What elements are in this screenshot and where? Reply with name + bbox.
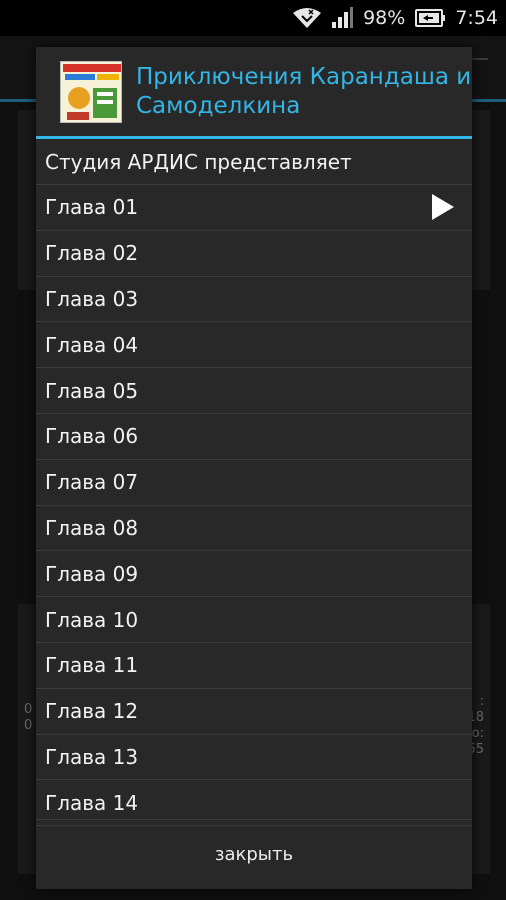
- list-item-label: Глава 10: [45, 607, 139, 632]
- clock: 7:54: [455, 7, 498, 29]
- battery-icon: [415, 9, 446, 27]
- list-item-label: Глава 04: [45, 332, 139, 357]
- play-icon: [432, 194, 454, 221]
- list-item-label: Глава 14: [45, 790, 139, 815]
- book-cover-thumbnail: [60, 60, 122, 123]
- list-item-label: Глава 07: [45, 470, 139, 495]
- list-item-chapter[interactable]: Глава 06: [36, 414, 472, 460]
- list-item-label: Глава 01: [45, 195, 139, 220]
- dialog-header: Приключения Карандаша и Самоделкина: [36, 47, 472, 139]
- list-item-label: Глава 11: [45, 653, 139, 678]
- list-item-chapter[interactable]: Глава 09: [36, 551, 472, 598]
- dialog-title: Приключения Карандаша и Самоделкина: [136, 63, 472, 119]
- signal-icon: [331, 7, 354, 29]
- chapter-dialog: Приключения Карандаша и Самоделкина Студ…: [36, 47, 472, 889]
- wifi-icon: [293, 7, 322, 29]
- list-item-label: Глава 06: [45, 424, 139, 449]
- list-item-label: Глава 02: [45, 241, 139, 266]
- list-item-chapter[interactable]: Глава 01: [36, 185, 472, 231]
- list-item-chapter[interactable]: Глава 05: [36, 368, 472, 414]
- status-bar: 98% 7:54: [0, 0, 506, 36]
- list-item-chapter[interactable]: Глава 12: [36, 689, 472, 735]
- list-item-chapter[interactable]: Глава 10: [36, 597, 472, 643]
- list-item-label: Глава 12: [45, 699, 139, 724]
- close-button[interactable]: закрыть: [36, 819, 472, 889]
- list-item-label: Глава 13: [45, 744, 139, 769]
- list-item-label: Глава 08: [45, 515, 139, 540]
- list-item-chapter[interactable]: Глава 13: [36, 735, 472, 781]
- list-item-chapter[interactable]: Глава 04: [36, 322, 472, 369]
- list-item-chapter[interactable]: Глава 07: [36, 460, 472, 506]
- list-item-chapter[interactable]: Глава 08: [36, 506, 472, 552]
- list-item-intro[interactable]: Студия АРДИС представляет: [36, 139, 472, 185]
- list-item-label: Глава 03: [45, 286, 139, 311]
- list-item-label: Глава 09: [45, 561, 139, 586]
- list-item-chapter[interactable]: Глава 03: [36, 277, 472, 323]
- list-item-chapter[interactable]: Глава 11: [36, 643, 472, 689]
- battery-percent: 98%: [363, 7, 406, 29]
- list-item-label: Студия АРДИС представляет: [45, 149, 352, 174]
- chapter-list: Студия АРДИС представляет Глава 01 Глава 0…: [36, 139, 472, 827]
- list-item-label: Глава 05: [45, 378, 139, 403]
- background-text: 0 0: [24, 702, 33, 733]
- list-item-chapter[interactable]: Глава 02: [36, 231, 472, 277]
